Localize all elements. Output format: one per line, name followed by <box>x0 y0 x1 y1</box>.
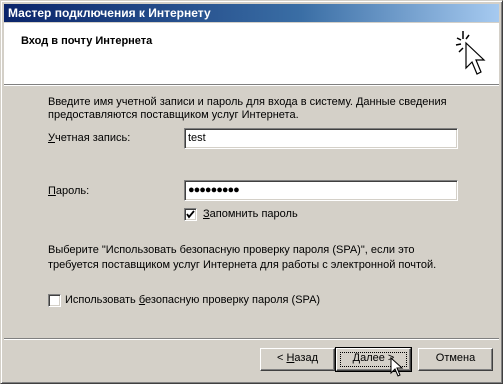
password-value: ●●●●●●●●● <box>188 184 240 196</box>
wizard-window: Мастер подключения к Интернету Вход в по… <box>0 0 503 384</box>
window-title: Мастер подключения к Интернету <box>8 6 211 20</box>
password-input[interactable]: ●●●●●●●●● <box>184 180 458 201</box>
spa-text-line1: Выберите "Использовать безопасную провер… <box>48 244 415 256</box>
account-label: Учетная запись: <box>48 132 130 145</box>
password-label: Пароль: <box>48 185 89 198</box>
account-name-input[interactable]: test <box>184 128 458 149</box>
intro-text-line1: Введите имя учетной записи и пароль для … <box>48 96 447 108</box>
remember-label-text: апомнить пароль <box>209 208 298 220</box>
remember-password-label[interactable]: Запомнить пароль <box>203 208 298 221</box>
password-label-accel: П <box>48 185 56 197</box>
page-title: Вход в почту Интернета <box>21 35 153 47</box>
spa-label[interactable]: Использовать безопасную проверку пароля … <box>65 294 320 307</box>
back-button-text: азад <box>294 352 318 364</box>
account-name-value: test <box>188 132 206 144</box>
cancel-button-text: Отмена <box>435 352 476 364</box>
remember-label-accel: З <box>203 208 210 220</box>
account-label-accel: У <box>48 132 55 144</box>
remember-password-checkbox[interactable] <box>184 208 197 221</box>
spa-text-line2: требуется поставщиком услуг Интернета дл… <box>48 259 437 271</box>
spa-label-text: езопасную проверку пароля (SPA) <box>145 294 321 306</box>
spa-checkbox[interactable] <box>48 294 61 307</box>
header-separator <box>4 84 499 86</box>
password-label-text: ароль: <box>55 185 90 197</box>
intro-text-line2: предоставляются поставщиком услуг Интерн… <box>48 109 299 121</box>
back-button[interactable]: < Назад <box>260 348 335 371</box>
checkmark-icon <box>186 210 195 219</box>
wizard-header: Вход в почту Интернета <box>4 23 499 84</box>
account-label-text: четная запись: <box>55 132 131 144</box>
spa-label-pre: Использовать <box>65 294 139 306</box>
mouse-cursor-icon <box>390 357 404 377</box>
wizard-sparkle-cursor-icon <box>455 31 486 75</box>
title-bar[interactable]: Мастер подключения к Интернету <box>4 4 499 22</box>
cancel-button[interactable]: Отмена <box>418 348 493 371</box>
footer-separator <box>4 338 499 340</box>
